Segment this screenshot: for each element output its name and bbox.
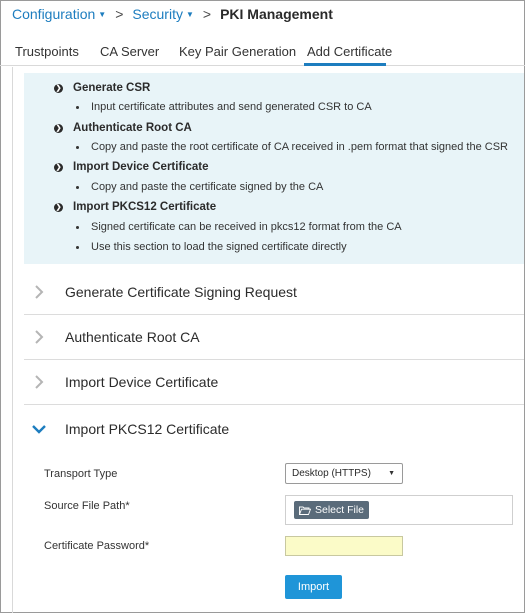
folder-open-icon [299,506,311,515]
breadcrumb-security-label: Security [132,6,183,22]
breadcrumb: Configuration ▼ > Security ▼ > PKI Manag… [12,5,333,23]
transport-type-select[interactable]: Desktop (HTTPS) ▼ [285,463,403,484]
accordion-title: Generate Certificate Signing Request [65,284,297,300]
info-item-text: Input certificate attributes and send ge… [91,101,372,113]
transport-type-value: Desktop (HTTPS) [292,468,371,479]
chevron-right-circle-icon: ❯ [54,83,63,93]
chevron-right-circle-icon: ❯ [54,123,63,133]
info-heading-label: Import Device Certificate [73,161,209,173]
bullet-icon [76,225,79,229]
info-heading-label: Import PKCS12 Certificate [73,201,217,213]
breadcrumb-security[interactable]: Security ▼ [132,6,194,22]
info-heading: ❯ Generate CSR [54,82,150,94]
bullet-icon [76,105,79,109]
chevron-right-icon [35,330,44,344]
info-heading-label: Authenticate Root CA [73,122,192,134]
caret-down-icon: ▼ [185,10,194,19]
page-title: PKI Management [220,6,333,22]
select-file-label: Select File [315,504,365,516]
breadcrumb-configuration-label: Configuration [12,6,96,22]
info-item-text: Signed certificate can be received in pk… [91,221,402,233]
tab-bar: Trustpoints CA Server Key Pair Generatio… [0,44,525,66]
accordion-authenticate-root-ca[interactable]: Authenticate Root CA [24,315,524,360]
caret-down-icon: ▼ [388,470,395,477]
info-heading-label: Generate CSR [73,82,151,94]
accordion-title: Import Device Certificate [65,374,219,390]
info-heading: ❯ Authenticate Root CA [54,122,192,134]
chevron-right-circle-icon: ❯ [54,162,63,172]
breadcrumb-configuration[interactable]: Configuration ▼ [12,6,106,22]
info-heading: ❯ Import Device Certificate [54,161,209,173]
source-file-path-label: Source File Path* [44,500,130,512]
accordion-import-pkcs12-certificate[interactable]: Import PKCS12 Certificate [24,406,524,451]
info-item-text: Copy and paste the root certificate of C… [91,141,508,153]
source-file-path-field: Select File [285,495,513,525]
select-file-button[interactable]: Select File [294,501,370,519]
tab-trustpoints[interactable]: Trustpoints [15,44,79,66]
bullet-icon [76,185,79,189]
info-heading: ❯ Import PKCS12 Certificate [54,201,216,213]
chevron-right-icon [35,285,44,299]
info-item: Copy and paste the certificate signed by… [76,181,323,193]
transport-type-label: Transport Type [44,468,118,480]
chevron-right-icon: > [202,6,212,22]
accordion-import-device-certificate[interactable]: Import Device Certificate [24,360,524,405]
accordion-title: Import PKCS12 Certificate [65,420,230,437]
caret-down-icon: ▼ [98,10,107,19]
import-button[interactable]: Import [285,575,342,599]
accordion-title: Authenticate Root CA [65,329,200,345]
chevron-right-icon [35,375,44,389]
certificate-password-label: Certificate Password* [44,540,150,552]
accordion-generate-csr[interactable]: Generate Certificate Signing Request [24,270,524,315]
chevron-down-icon [32,424,46,434]
chevron-right-icon: > [115,6,124,22]
info-item-text: Copy and paste the certificate signed by… [91,181,324,193]
info-item-text: Use this section to load the signed cert… [91,241,347,253]
active-tab-indicator [304,63,386,66]
info-item: Input certificate attributes and send ge… [76,101,372,113]
info-item: Copy and paste the root certificate of C… [76,141,508,153]
chevron-right-circle-icon: ❯ [54,202,63,212]
info-item: Signed certificate can be received in pk… [76,221,402,233]
bullet-icon [76,245,79,249]
tab-key-pair-generation[interactable]: Key Pair Generation [179,44,296,66]
tab-ca-server[interactable]: CA Server [100,44,159,66]
bullet-icon [76,145,79,149]
certificate-password-input[interactable] [285,536,403,556]
info-item: Use this section to load the signed cert… [76,241,347,253]
